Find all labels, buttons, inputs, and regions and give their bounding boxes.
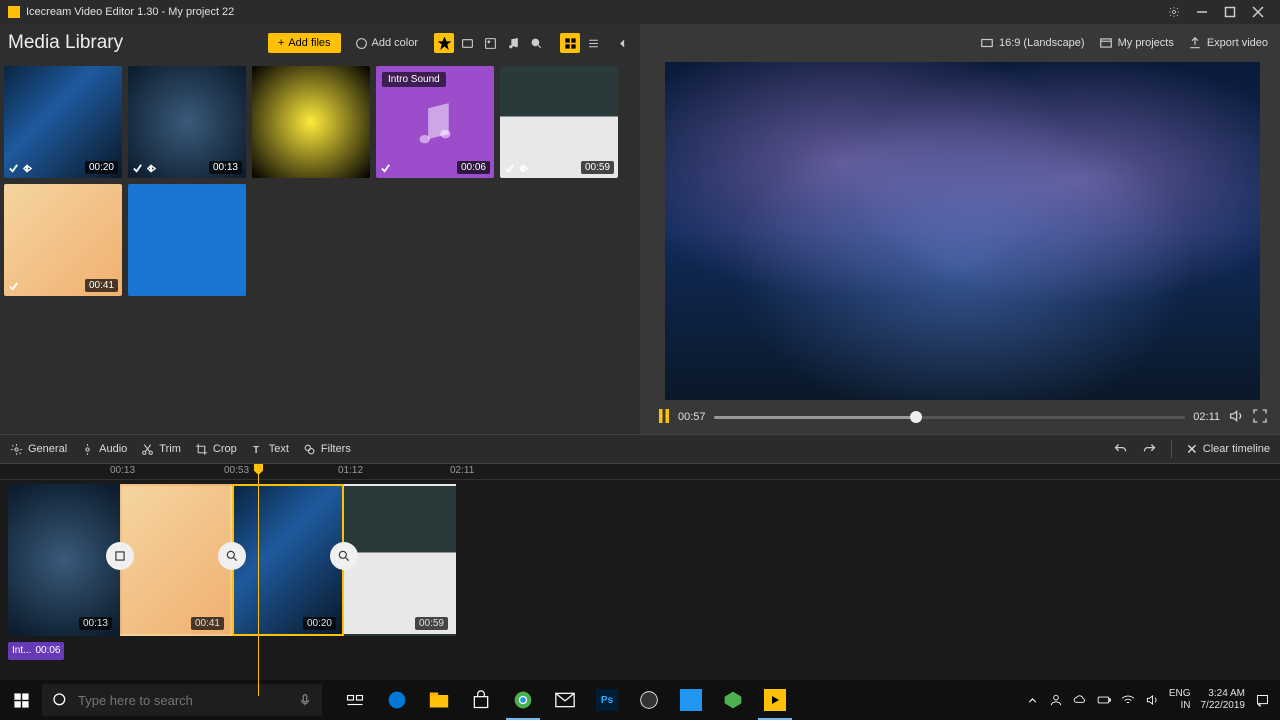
playhead[interactable] — [258, 464, 259, 696]
time-ruler[interactable]: 00:1300:5301:1202:11 — [0, 464, 1280, 480]
search-icon[interactable] — [526, 33, 546, 53]
media-item[interactable] — [252, 66, 370, 178]
collapse-icon[interactable] — [612, 33, 632, 53]
settings-icon[interactable] — [1160, 0, 1188, 24]
pause-button[interactable] — [658, 409, 670, 426]
tray-notifications-icon[interactable] — [1255, 693, 1270, 708]
app-icon-green[interactable] — [712, 680, 754, 720]
tool-audio[interactable]: Audio — [81, 443, 127, 456]
tool-trim[interactable]: Trim — [141, 443, 181, 456]
media-item[interactable]: 00:59 — [500, 66, 618, 178]
explorer-icon[interactable] — [418, 680, 460, 720]
media-grid: 00:2000:13 Intro Sound00:0600:59 00:41 — [0, 62, 640, 434]
timeline: 00:1300:5301:1202:11 00:1300:4100:2000:5… — [0, 464, 1280, 696]
undo-button[interactable] — [1113, 442, 1128, 457]
tool-crop[interactable]: Crop — [195, 443, 237, 456]
windows-taskbar: Ps ENGIN 3:24 AM7/22/2019 — [0, 680, 1280, 720]
close-button[interactable] — [1244, 0, 1272, 24]
tool-filters[interactable]: Filters — [303, 443, 351, 456]
maximize-button[interactable] — [1216, 0, 1244, 24]
filter-transitions-icon[interactable] — [434, 33, 454, 53]
timeline-clip[interactable]: 00:13 — [8, 484, 120, 636]
svg-text:T: T — [253, 444, 259, 455]
fullscreen-icon[interactable] — [1252, 408, 1268, 427]
view-grid-icon[interactable] — [560, 33, 580, 53]
export-video-button[interactable]: Export video — [1188, 36, 1268, 50]
store-icon[interactable] — [460, 680, 502, 720]
app-icon-blue[interactable] — [670, 680, 712, 720]
media-item[interactable]: 00:41 — [4, 184, 122, 296]
media-item[interactable]: 00:13 — [128, 66, 246, 178]
edit-toolbar: General Audio Trim Crop TText Filters ✕C… — [0, 434, 1280, 464]
media-library-title: Media Library — [8, 32, 123, 54]
media-library-panel: Media Library +Add files Add color 00:20… — [0, 24, 640, 434]
titlebar: Icecream Video Editor 1.30 - My project … — [0, 0, 1280, 24]
clear-timeline-button[interactable]: ✕Clear timeline — [1186, 441, 1270, 458]
tray-battery-icon[interactable] — [1097, 693, 1111, 707]
mic-icon[interactable] — [298, 693, 312, 707]
total-time: 02:11 — [1193, 411, 1220, 423]
audio-clip[interactable]: Int... 00:06 — [8, 642, 64, 660]
transition-button[interactable] — [218, 542, 246, 570]
media-item[interactable]: Intro Sound00:06 — [376, 66, 494, 178]
audio-track[interactable]: Int... 00:06 — [0, 636, 1280, 664]
view-list-icon[interactable] — [583, 33, 603, 53]
filter-image-icon[interactable] — [480, 33, 500, 53]
taskbar-search[interactable] — [42, 684, 322, 716]
timeline-clip[interactable]: 00:20 — [232, 484, 344, 636]
volume-icon[interactable] — [1228, 408, 1244, 427]
tray-clock[interactable]: 3:24 AM7/22/2019 — [1201, 688, 1246, 712]
window-title: Icecream Video Editor 1.30 - My project … — [26, 6, 234, 18]
tool-general[interactable]: General — [10, 443, 67, 456]
transition-button[interactable] — [106, 542, 134, 570]
edge-icon[interactable] — [376, 680, 418, 720]
start-button[interactable] — [0, 680, 42, 720]
minimize-button[interactable] — [1188, 0, 1216, 24]
tray-wifi-icon[interactable] — [1121, 693, 1135, 707]
tray-chevron-up-icon[interactable] — [1026, 694, 1039, 707]
mail-icon[interactable] — [544, 680, 586, 720]
filter-video-icon[interactable] — [457, 33, 477, 53]
progress-bar[interactable] — [714, 416, 1186, 419]
transition-button[interactable] — [330, 542, 358, 570]
tray-onedrive-icon[interactable] — [1073, 693, 1087, 707]
current-time: 00:57 — [678, 411, 706, 423]
search-input[interactable] — [78, 693, 288, 708]
aspect-ratio-button[interactable]: 16:9 (Landscape) — [980, 36, 1085, 50]
media-item[interactable]: 00:20 — [4, 66, 122, 178]
tray-lang[interactable]: ENGIN — [1169, 688, 1191, 712]
add-files-button[interactable]: +Add files — [268, 33, 341, 53]
app-icon — [8, 6, 20, 18]
icecream-app-icon[interactable] — [754, 680, 796, 720]
video-preview[interactable] — [665, 62, 1260, 400]
preview-panel: 16:9 (Landscape) My projects Export vide… — [640, 24, 1280, 434]
chrome-icon[interactable] — [502, 680, 544, 720]
timeline-clip[interactable]: 00:59 — [344, 484, 456, 636]
video-track[interactable]: 00:1300:4100:2000:59 — [0, 480, 1280, 636]
photoshop-icon[interactable]: Ps — [586, 680, 628, 720]
task-view-icon[interactable] — [334, 680, 376, 720]
timeline-clip[interactable]: 00:41 — [120, 484, 232, 636]
tray-volume-icon[interactable] — [1145, 693, 1159, 707]
redo-button[interactable] — [1142, 442, 1157, 457]
media-item[interactable] — [128, 184, 246, 296]
add-color-button[interactable]: Add color — [347, 33, 426, 54]
obs-icon[interactable] — [628, 680, 670, 720]
tool-text[interactable]: TText — [251, 443, 289, 456]
filter-audio-icon[interactable] — [503, 33, 523, 53]
my-projects-button[interactable]: My projects — [1099, 36, 1174, 50]
tray-people-icon[interactable] — [1049, 693, 1063, 707]
